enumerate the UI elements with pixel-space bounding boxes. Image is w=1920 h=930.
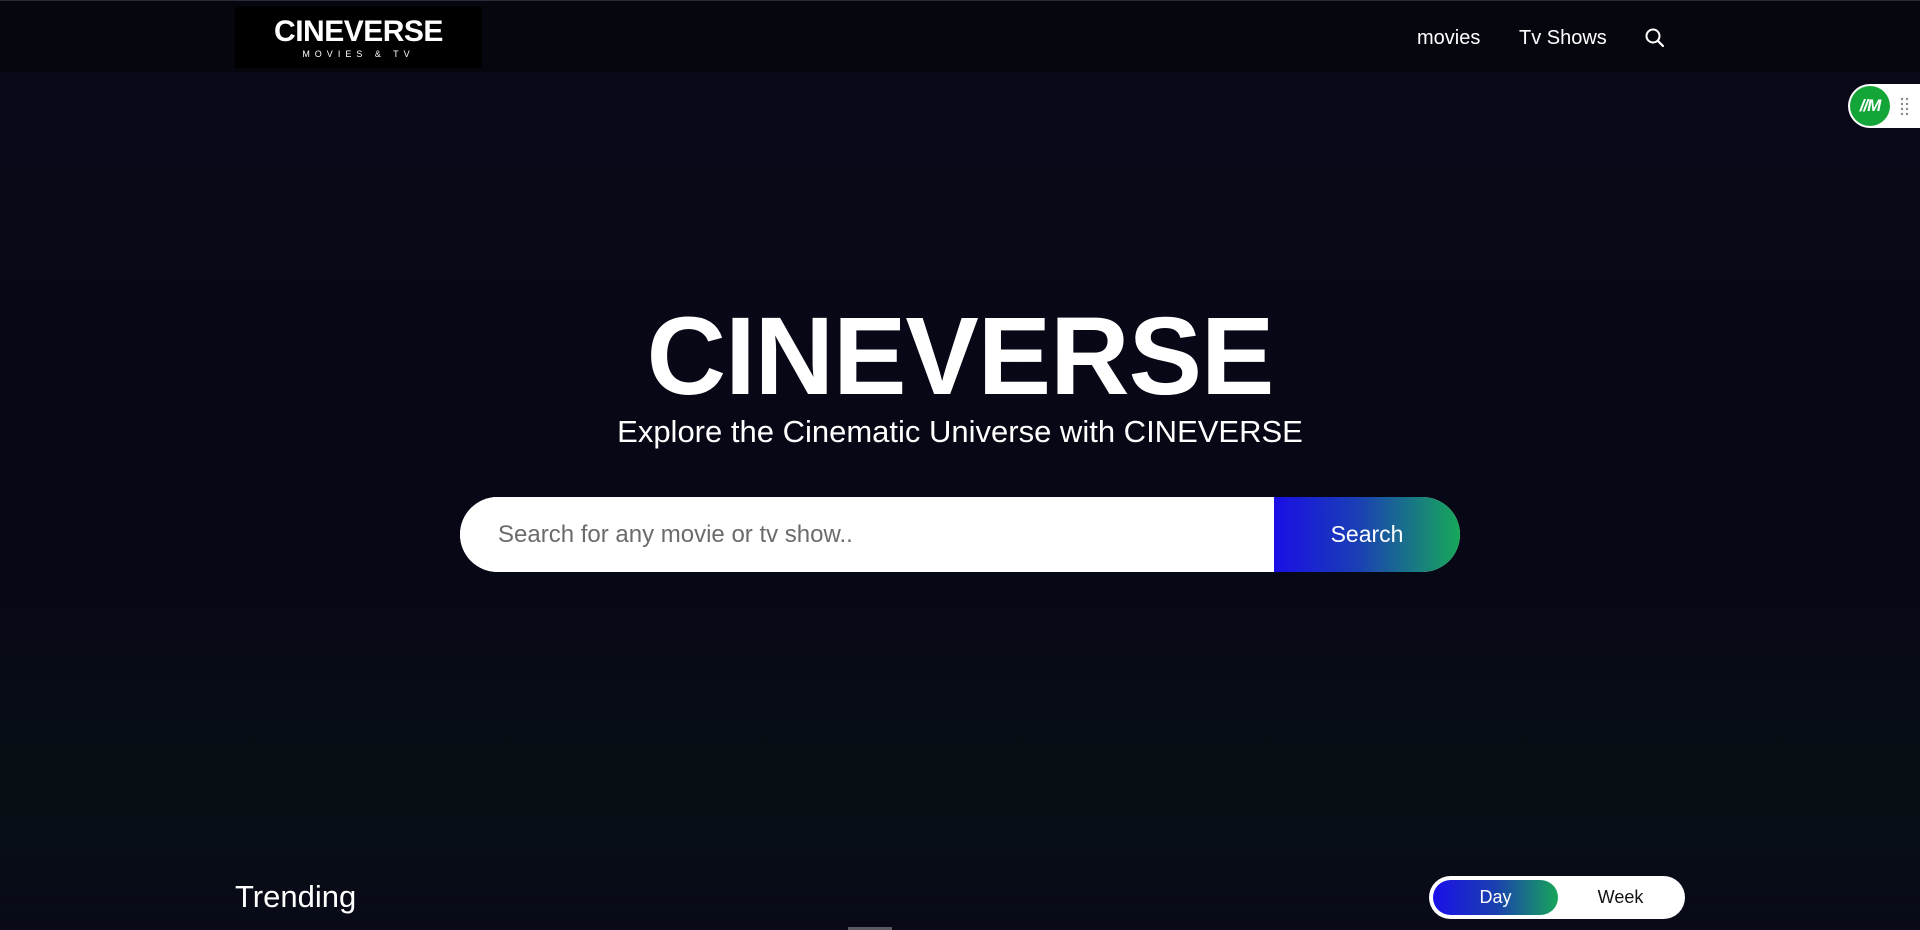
toggle-option-week[interactable]: Week xyxy=(1558,880,1683,915)
logo-subtitle: MOVIES & TV xyxy=(302,49,415,59)
nav-link-tv-shows[interactable]: Tv Shows xyxy=(1519,26,1607,50)
logo-title: CINEVERSE xyxy=(274,15,443,48)
trending-heading: Trending xyxy=(235,879,357,914)
site-logo[interactable]: CINEVERSE MOVIES & TV xyxy=(235,7,482,68)
hero-subtitle: Explore the Cinematic Universe with CINE… xyxy=(617,414,1303,449)
nav-link-movies[interactable]: movies xyxy=(1417,26,1480,50)
trending-period-toggle: Day Week xyxy=(1429,876,1685,919)
search-icon[interactable] xyxy=(1644,27,1666,49)
browser-extension-widget[interactable]: //M xyxy=(1848,84,1920,128)
search-input[interactable] xyxy=(460,497,1274,572)
hero-title: CINEVERSE xyxy=(646,295,1275,418)
toggle-option-day[interactable]: Day xyxy=(1433,880,1558,915)
search-button[interactable]: Search xyxy=(1274,497,1460,572)
extension-badge[interactable]: //M xyxy=(1850,86,1890,126)
hero-search-bar: Search xyxy=(460,497,1460,572)
drag-handle-icon[interactable] xyxy=(1900,97,1910,117)
top-nav-bar: CINEVERSE MOVIES & TV movies Tv Shows xyxy=(0,0,1920,72)
page: CINEVERSE MOVIES & TV movies Tv Shows //… xyxy=(0,0,1920,930)
